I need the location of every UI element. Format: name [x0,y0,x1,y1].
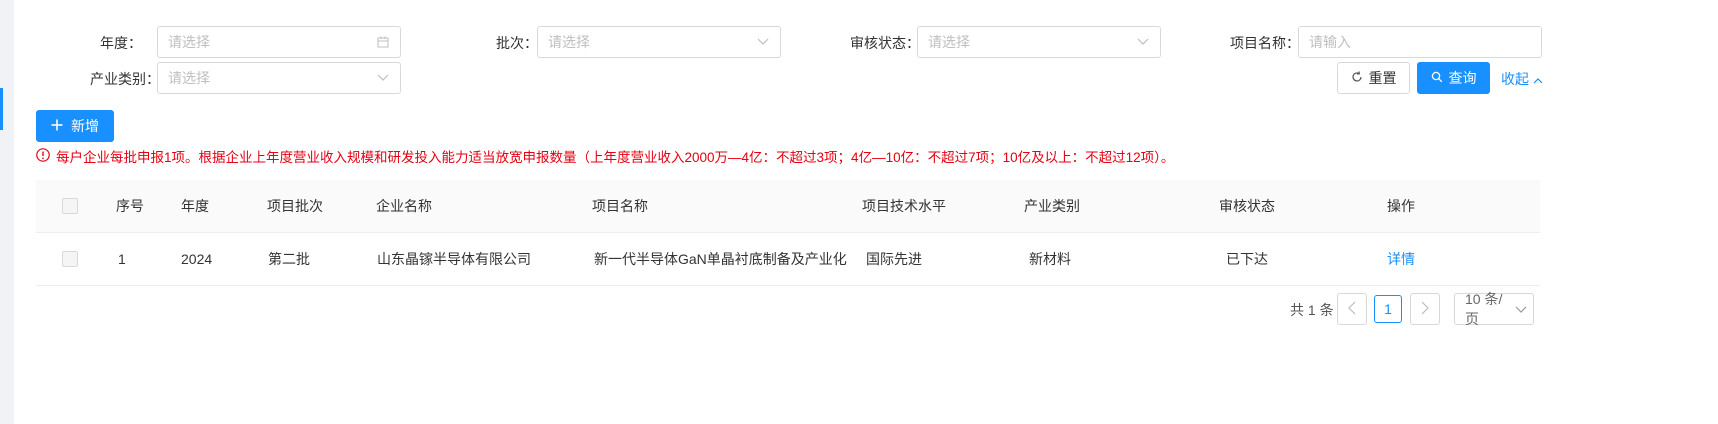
collapse-link[interactable]: 收起 [1501,69,1543,89]
page-size-select[interactable]: 10 条/页 [1454,291,1534,327]
chevron-up-icon [1533,71,1543,87]
calendar-icon [376,35,390,49]
prev-page-button[interactable] [1337,293,1367,325]
row-year: 2024 [181,251,213,267]
table-header: 序号 年度 项目批次 企业名称 项目名称 项目技术水平 产业类别 审核状态 操作 [36,180,1540,233]
year-picker[interactable]: 请选择 [157,26,401,58]
select-all-checkbox[interactable] [62,198,78,214]
row-project-name: 新一代半导体GaN单晶衬底制备及产业化 [594,251,847,267]
year-placeholder: 请选择 [168,34,210,50]
chevron-down-icon [756,35,770,49]
column-header: 项目名称 [592,198,648,214]
header-select-all[interactable] [62,180,78,232]
batch-select[interactable]: 请选择 [537,26,781,58]
refresh-icon [1351,70,1363,86]
review-status-label: 审核状态： [850,35,920,51]
search-button[interactable]: 查询 [1417,62,1490,94]
row-batch: 第二批 [268,251,310,267]
batch-placeholder: 请选择 [548,34,590,50]
row-select[interactable] [62,233,78,285]
reset-button-label: 重置 [1368,70,1397,86]
sidebar-active-indicator [0,88,3,130]
year-label: 年度： [100,35,142,51]
column-header: 项目批次 [267,198,323,214]
page-size-value: 10 条/页 [1465,291,1503,327]
industry-label: 产业类别： [90,71,160,87]
chevron-down-icon [376,71,390,85]
search-button-label: 查询 [1448,70,1477,86]
industry-placeholder: 请选择 [168,70,210,86]
next-page-button[interactable] [1410,293,1440,325]
page-number-button[interactable]: 1 [1374,295,1402,323]
column-header: 年度 [181,198,209,214]
total-count: 共 1 条 [1290,302,1334,318]
project-name-input[interactable]: 请输入 [1298,26,1542,58]
table-row: 1 2024 第二批 山东晶镓半导体有限公司 新一代半导体GaN单晶衬底制备及产… [36,233,1540,286]
reset-button[interactable]: 重置 [1337,62,1410,94]
add-button-label: 新增 [71,118,99,134]
row-status: 已下达 [1226,251,1268,267]
notice-text: 每户企业每批申报1项。根据企业上年度营业收入规模和研发投入能力适当放宽申报数量（… [56,150,1175,165]
column-header: 项目技术水平 [862,198,946,214]
row-index: 1 [118,251,126,267]
notice-text-row: 每户企业每批申报1项。根据企业上年度营业收入规模和研发投入能力适当放宽申报数量（… [36,146,1174,166]
column-header: 审核状态 [1219,198,1275,214]
collapse-link-label: 收起 [1501,71,1529,87]
add-button[interactable]: 新增 [36,110,114,142]
info-circle-icon [36,147,50,165]
detail-link[interactable]: 详情 [1387,249,1415,269]
left-sidebar-strip [0,0,14,424]
review-status-select[interactable]: 请选择 [917,26,1161,58]
chevron-down-icon [1515,301,1527,317]
row-checkbox[interactable] [62,251,78,267]
column-header: 产业类别 [1024,198,1080,214]
plus-icon [51,118,63,134]
column-header: 序号 [116,198,144,214]
column-header: 企业名称 [376,198,432,214]
content-panel: 年度： 请选择 批次： 请选择 审核状态： 请选择 项目名称： 请输入 产业类别… [14,0,1718,424]
project-name-label: 项目名称： [1230,35,1300,51]
chevron-right-icon [1421,301,1429,318]
industry-select[interactable]: 请选择 [157,62,401,94]
chevron-left-icon [1348,301,1356,318]
row-company: 山东晶镓半导体有限公司 [377,251,531,267]
row-tech-level: 国际先进 [866,251,922,267]
project-table: 序号 年度 项目批次 企业名称 项目名称 项目技术水平 产业类别 审核状态 操作… [36,180,1540,286]
batch-label: 批次： [496,35,538,51]
chevron-down-icon [1136,35,1150,49]
column-header: 操作 [1387,198,1415,214]
row-industry: 新材料 [1029,251,1071,267]
review-status-placeholder: 请选择 [928,34,970,50]
search-icon [1431,70,1443,86]
project-name-placeholder: 请输入 [1309,34,1351,50]
